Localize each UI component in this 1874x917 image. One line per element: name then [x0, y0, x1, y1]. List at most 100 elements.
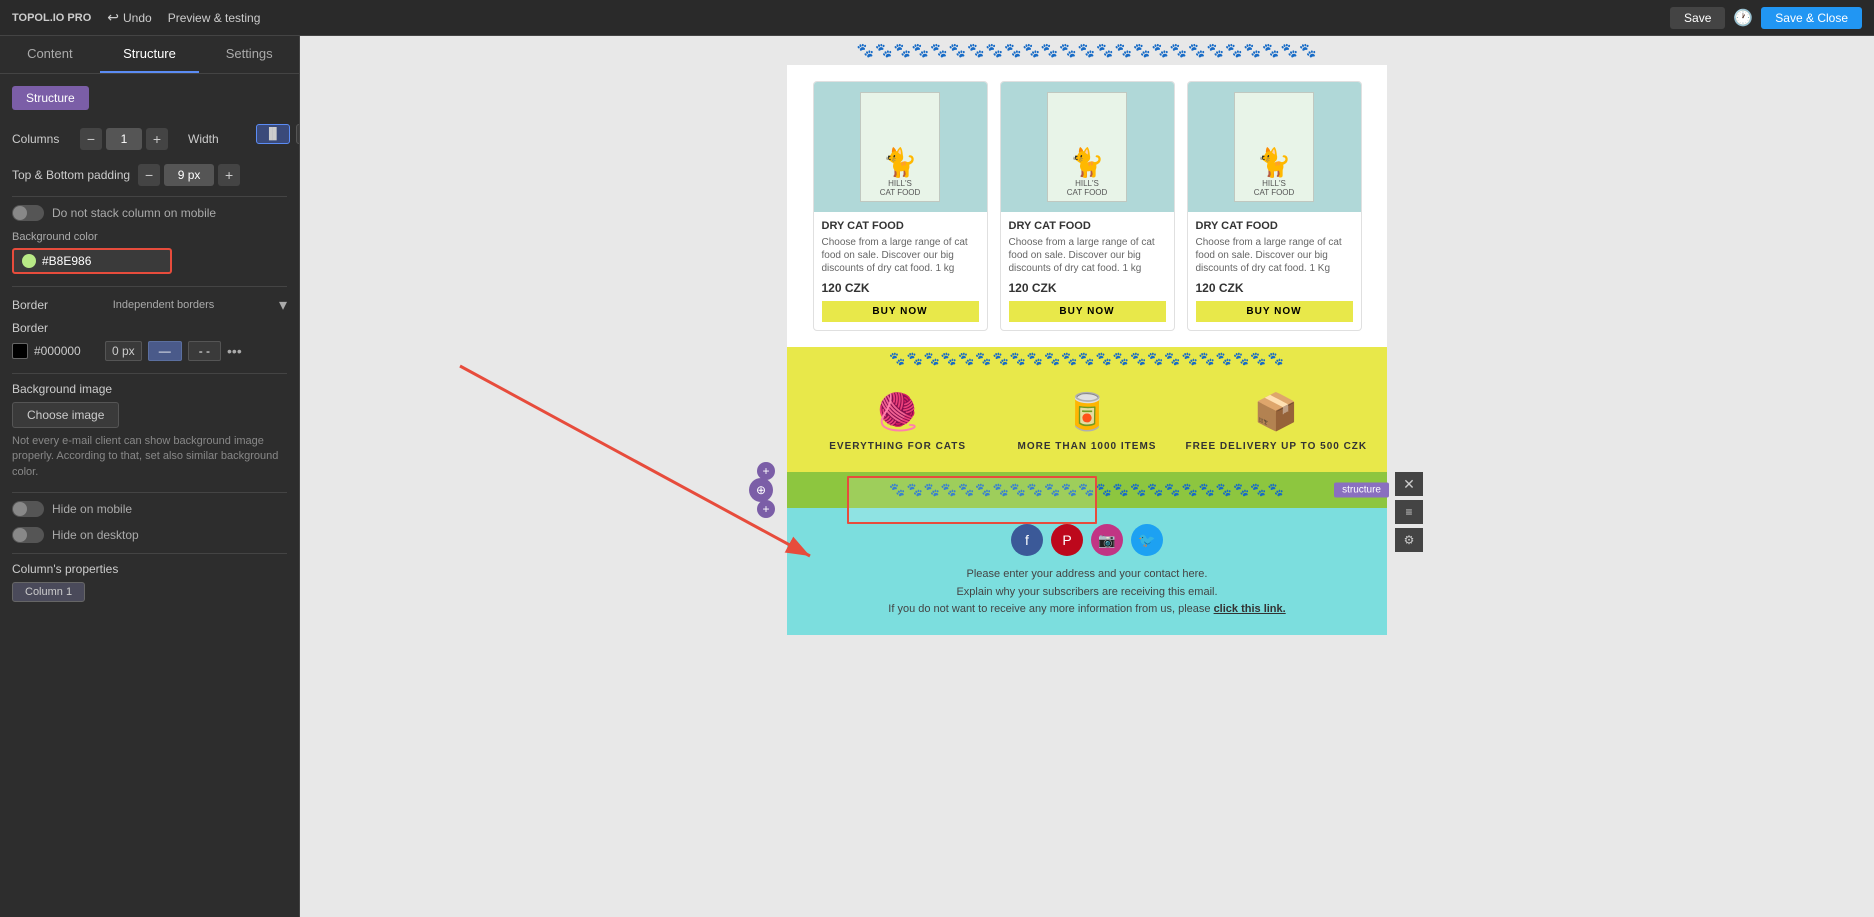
- buy-button-3[interactable]: BUY NOW: [1196, 301, 1353, 322]
- no-stack-toggle[interactable]: [12, 205, 44, 221]
- border-sub-label: Border: [12, 321, 48, 335]
- undo-button[interactable]: ↩ Undo: [107, 9, 151, 26]
- product-info-1: DRY CAT FOOD Choose from a large range o…: [814, 212, 987, 330]
- product-title-1: DRY CAT FOOD: [822, 220, 979, 232]
- history-icon[interactable]: 🕐: [1733, 8, 1753, 28]
- padding-decrement[interactable]: −: [138, 164, 160, 186]
- border-section: Border Independent borders ▾ Border #000…: [12, 295, 287, 361]
- buy-button-2[interactable]: BUY NOW: [1009, 301, 1166, 322]
- plus-bottom: +: [757, 500, 775, 518]
- product-card-1: 🐈 HILL'SCAT FOOD DRY CAT FOOD Choose fro…: [813, 81, 988, 331]
- width-center[interactable]: ▐▌: [256, 124, 290, 144]
- top-paw-strip: 🐾🐾🐾🐾🐾🐾🐾🐾🐾🐾🐾🐾🐾🐾🐾🐾🐾🐾🐾🐾🐾🐾🐾🐾🐾: [787, 36, 1387, 65]
- padding-increment[interactable]: +: [218, 164, 240, 186]
- hide-desktop-label: Hide on desktop: [52, 528, 139, 542]
- canvas-area: 🐾🐾🐾🐾🐾🐾🐾🐾🐾🐾🐾🐾🐾🐾🐾🐾🐾🐾🐾🐾🐾🐾🐾🐾🐾 🐈 HILL'SCAT FO…: [300, 36, 1874, 917]
- can-icon: 🥫: [992, 391, 1181, 433]
- background-image-label: Background image: [12, 382, 287, 396]
- border-title: Border: [12, 298, 48, 312]
- padding-value[interactable]: [164, 164, 214, 186]
- social-line-2: Explain why your subscribers are receivi…: [803, 584, 1371, 602]
- border-style-solid[interactable]: —: [148, 341, 182, 361]
- twitter-icon[interactable]: 🐦: [1131, 524, 1163, 556]
- add-below-button[interactable]: +: [757, 500, 775, 518]
- product-info-2: DRY CAT FOOD Choose from a large range o…: [1001, 212, 1174, 330]
- border-more-btn[interactable]: •••: [227, 343, 242, 359]
- border-px-value: 0 px: [105, 341, 142, 361]
- background-image-info: Not every e-mail client can show backgro…: [12, 434, 287, 480]
- feature-item-2: 🥫 MORE THAN 1000 ITEMS: [992, 391, 1181, 452]
- email-template: 🐾🐾🐾🐾🐾🐾🐾🐾🐾🐾🐾🐾🐾🐾🐾🐾🐾🐾🐾🐾🐾🐾🐾🐾🐾 🐈 HILL'SCAT FO…: [787, 36, 1387, 635]
- tab-content[interactable]: Content: [0, 36, 100, 73]
- green-paw-strip: 🐾🐾🐾🐾🐾🐾🐾🐾🐾🐾🐾🐾🐾🐾🐾🐾🐾🐾🐾🐾🐾🐾🐾: [787, 472, 1387, 508]
- top-bar-right: Save 🕐 Save & Close: [1670, 7, 1862, 29]
- hide-mobile-toggle[interactable]: [12, 501, 44, 517]
- save-close-button[interactable]: Save & Close: [1761, 7, 1862, 29]
- green-paw-section: 🐾🐾🐾🐾🐾🐾🐾🐾🐾🐾🐾🐾🐾🐾🐾🐾🐾🐾🐾🐾🐾🐾🐾 + ⊕ +: [787, 472, 1387, 508]
- feature-items: 🧶 EVERYTHING FOR CATS 🥫 MORE THAN 1000 I…: [803, 391, 1371, 452]
- border-color-value: #000000: [34, 344, 99, 358]
- product-img-3: 🐈 HILL'SCAT FOOD: [1188, 82, 1361, 212]
- hide-mobile-label: Hide on mobile: [52, 502, 132, 516]
- drag-handle[interactable]: ⊕: [749, 478, 773, 502]
- instagram-icon[interactable]: 📷: [1091, 524, 1123, 556]
- product-desc-1: Choose from a large range of cat food on…: [822, 236, 979, 275]
- hide-desktop-toggle[interactable]: [12, 527, 44, 543]
- feature-label-1: EVERYTHING FOR CATS: [803, 441, 992, 452]
- hide-mobile-section: Hide on mobile Hide on desktop: [12, 501, 287, 543]
- feature-section: 🧶 EVERYTHING FOR CATS 🥫 MORE THAN 1000 I…: [787, 371, 1387, 472]
- social-section: f P 📷 🐦 Please enter your address and yo…: [787, 508, 1387, 635]
- feature-item-1: 🧶 EVERYTHING FOR CATS: [803, 391, 992, 452]
- columns-row: Columns − + Width ▐▌ ▬: [12, 124, 287, 154]
- product-desc-2: Choose from a large range of cat food on…: [1009, 236, 1166, 275]
- buy-button-1[interactable]: BUY NOW: [822, 301, 979, 322]
- tab-settings[interactable]: Settings: [199, 36, 299, 73]
- border-header: Border Independent borders ▾: [12, 295, 287, 315]
- preview-button[interactable]: Preview & testing: [168, 11, 261, 25]
- canvas-inner: 🐾🐾🐾🐾🐾🐾🐾🐾🐾🐾🐾🐾🐾🐾🐾🐾🐾🐾🐾🐾🐾🐾🐾🐾🐾 🐈 HILL'SCAT FO…: [300, 36, 1874, 917]
- padding-row: Top & Bottom padding − +: [12, 164, 287, 186]
- column-1-tag[interactable]: Column 1: [12, 582, 85, 602]
- structure-button[interactable]: Structure: [12, 86, 89, 110]
- product-info-3: DRY CAT FOOD Choose from a large range o…: [1188, 212, 1361, 330]
- border-expand-icon[interactable]: ▾: [279, 295, 287, 315]
- box-icon: 📦: [1182, 391, 1371, 433]
- yarn-icon: 🧶: [803, 391, 992, 433]
- tab-structure[interactable]: Structure: [100, 36, 200, 73]
- no-stack-label: Do not stack column on mobile: [52, 206, 216, 220]
- hide-mobile-knob: [13, 502, 27, 516]
- close-panel-button[interactable]: ✕: [1395, 472, 1423, 496]
- columns-value[interactable]: [106, 128, 142, 150]
- columns-decrement[interactable]: −: [80, 128, 102, 150]
- background-color-input[interactable]: [42, 254, 122, 268]
- pinterest-icon[interactable]: P: [1051, 524, 1083, 556]
- feature-label-2: MORE THAN 1000 ITEMS: [992, 441, 1181, 452]
- structure-badge: structure: [1334, 483, 1389, 498]
- background-image-section: Background image Choose image Not every …: [12, 382, 287, 480]
- panel-action-2[interactable]: ⚙: [1395, 528, 1423, 552]
- width-selector: ▐▌ ▬: [256, 124, 300, 144]
- border-row-label: Border: [12, 321, 287, 335]
- product-img-1: 🐈 HILL'SCAT FOOD: [814, 82, 987, 212]
- unsubscribe-link[interactable]: click this link.: [1214, 603, 1286, 615]
- border-color-swatch[interactable]: [12, 343, 28, 359]
- columns-label: Columns: [12, 132, 72, 146]
- independent-borders: Independent borders: [113, 299, 215, 311]
- border-style-dashed[interactable]: - -: [188, 341, 221, 361]
- choose-image-button[interactable]: Choose image: [12, 402, 119, 428]
- padding-label: Top & Bottom padding: [12, 168, 130, 182]
- top-bar: TOPOL.IO PRO ↩ Undo Preview & testing Sa…: [0, 0, 1874, 36]
- toggle-knob: [13, 206, 27, 220]
- product-card-3: 🐈 HILL'SCAT FOOD DRY CAT FOOD Choose fro…: [1187, 81, 1362, 331]
- product-img-2: 🐈 HILL'SCAT FOOD: [1001, 82, 1174, 212]
- background-color-field[interactable]: [12, 248, 172, 274]
- background-color-label: Background color: [12, 231, 287, 243]
- background-color-section: Background color: [12, 231, 287, 274]
- undo-icon: ↩: [107, 9, 119, 26]
- panel-action-1[interactable]: ≡: [1395, 500, 1423, 524]
- top-bar-left: TOPOL.IO PRO ↩ Undo Preview & testing: [12, 9, 260, 26]
- save-button[interactable]: Save: [1670, 7, 1725, 29]
- hide-desktop-knob: [13, 528, 27, 542]
- facebook-icon[interactable]: f: [1011, 524, 1043, 556]
- columns-increment[interactable]: +: [146, 128, 168, 150]
